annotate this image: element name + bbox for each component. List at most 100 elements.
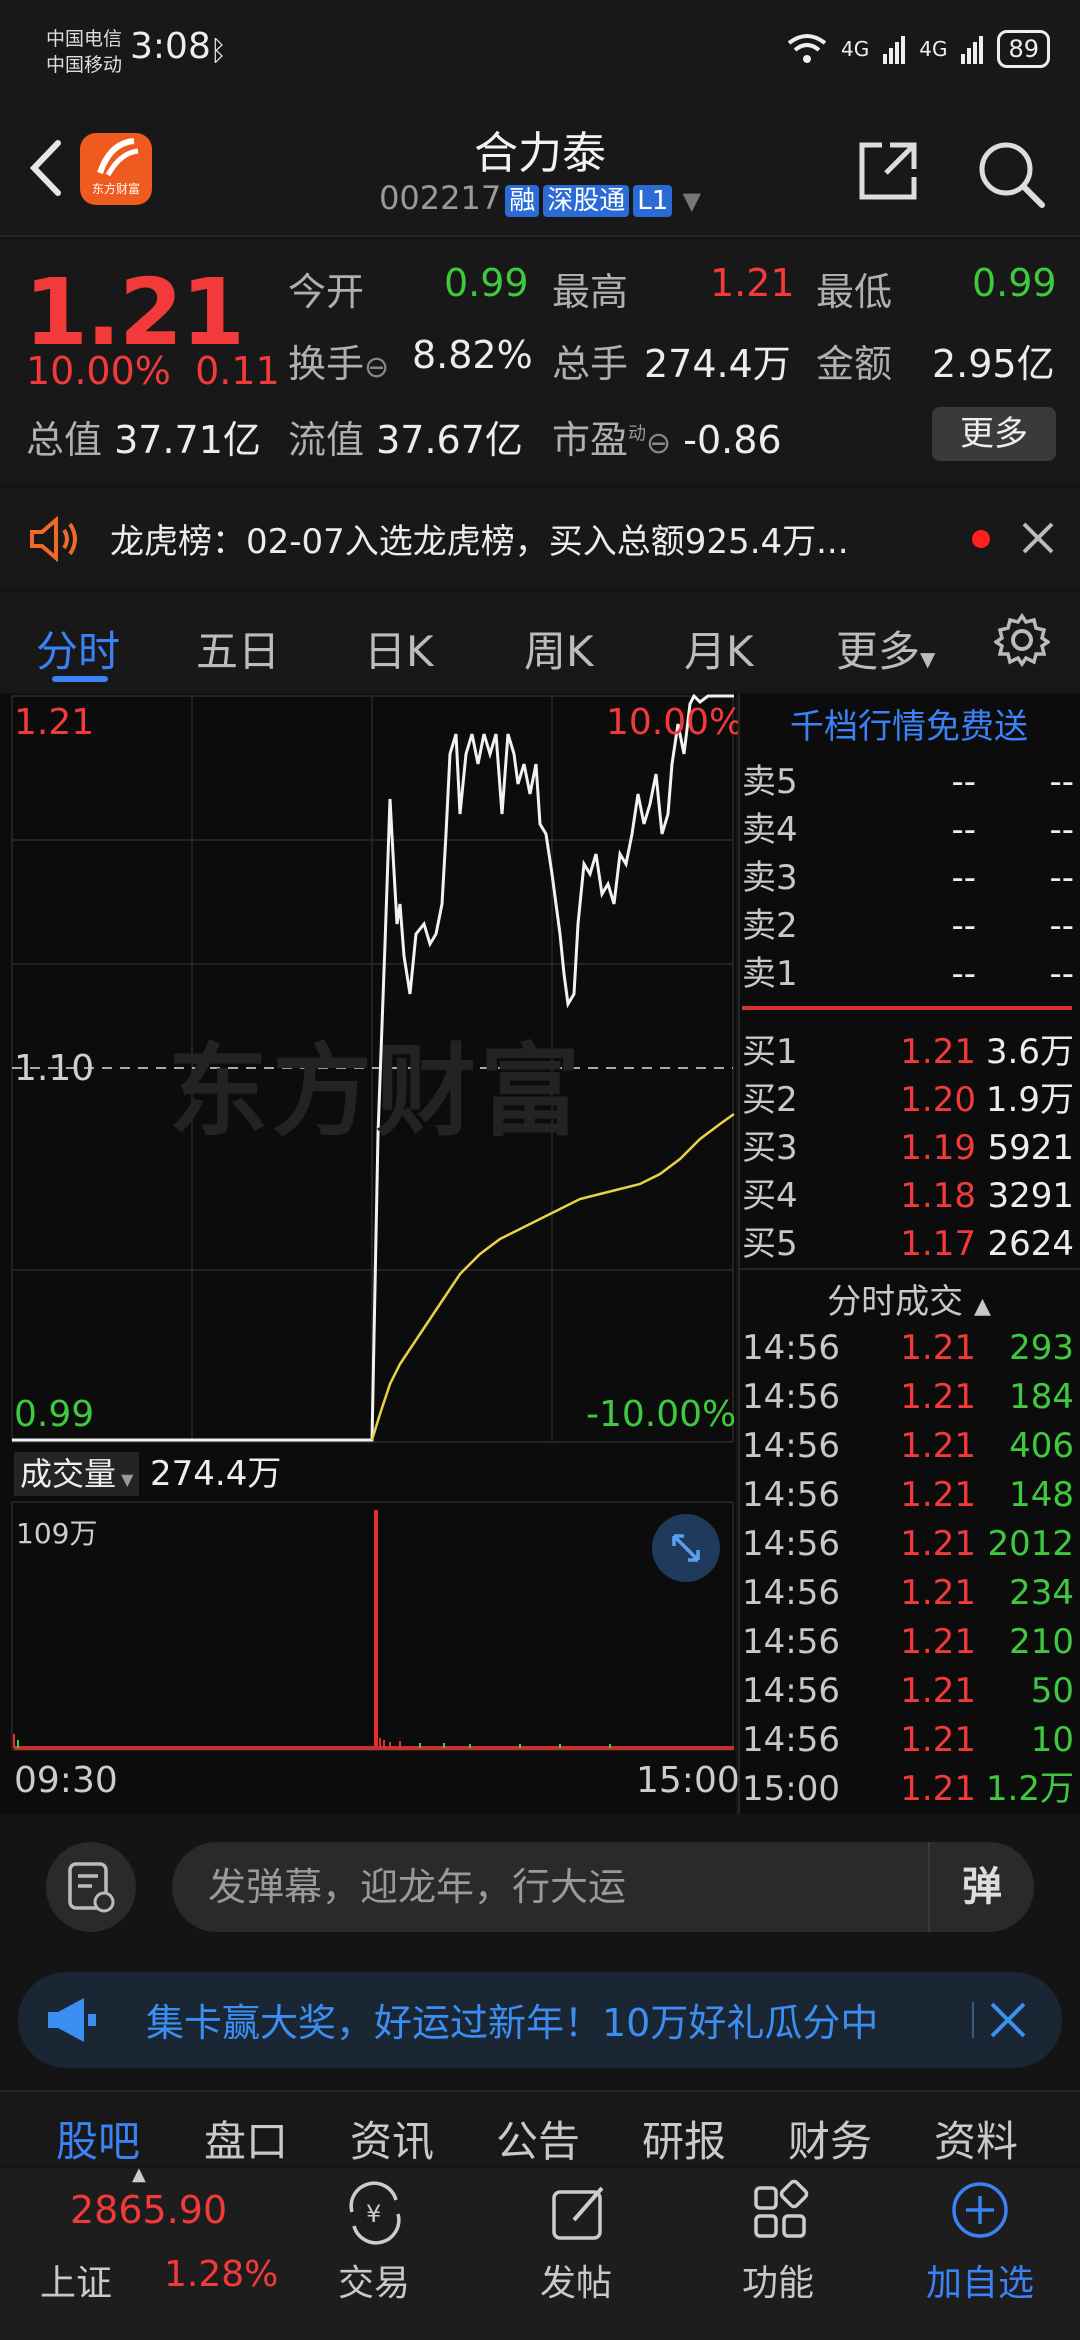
signal-icon-2 — [961, 36, 984, 64]
volume-value: 274.4万 — [644, 342, 791, 386]
amount-value: 2.95亿 — [932, 342, 1055, 386]
book-divider — [738, 1268, 1080, 1270]
danmu-toggle-button[interactable]: 弹 — [928, 1842, 1034, 1932]
mktcap-label: 总值 — [26, 418, 103, 462]
expand-button[interactable] — [652, 1514, 720, 1582]
tick-row: 14:56 1.21 50 — [742, 1667, 1076, 1715]
function-grid-icon[interactable] — [746, 2178, 816, 2248]
ask-label: 卖3 — [742, 858, 798, 898]
info-icon[interactable]: ⊖ — [646, 426, 671, 461]
bid-price: 1.18 — [900, 1176, 976, 1216]
signal-icon — [883, 36, 906, 64]
open-value: 0.99 — [444, 261, 529, 305]
tick-volume: 50 — [1030, 1671, 1074, 1711]
tick-price: 1.21 — [900, 1475, 976, 1515]
gear-icon[interactable] — [994, 612, 1050, 668]
ask-vol: -- — [1049, 906, 1074, 946]
time-start-label: 09:30 — [14, 1760, 118, 1801]
search-icon[interactable] — [976, 139, 1046, 209]
ask-row: 卖5 -- -- — [742, 758, 1076, 806]
tab-weekly-k[interactable]: 周K — [524, 618, 594, 679]
tick-time: 14:56 — [742, 1328, 840, 1368]
bid-row: 买1 1.21 3.6万 — [742, 1028, 1076, 1076]
tab-five-day[interactable]: 五日 — [196, 618, 280, 679]
tab-monthly-k[interactable]: 月K — [684, 618, 754, 679]
low-field: 最低 — [816, 261, 892, 316]
nav-post[interactable]: 发帖 — [540, 2254, 612, 2306]
tab-daily-k[interactable]: 日K — [364, 618, 434, 679]
tick-time: 14:56 — [742, 1524, 840, 1564]
close-icon[interactable] — [1018, 518, 1058, 558]
trade-icon[interactable]: ¥ — [340, 2178, 410, 2248]
tab-forum[interactable]: 股吧 — [56, 2108, 140, 2169]
tick-volume: 148 — [1009, 1475, 1074, 1515]
tick-price: 1.21 — [900, 1573, 976, 1613]
bid-price: 1.19 — [900, 1128, 976, 1168]
bid-vol: 2624 — [987, 1224, 1074, 1264]
tab-underline — [52, 676, 108, 682]
index-value[interactable]: 2865.90 — [70, 2188, 227, 2232]
tab-news[interactable]: 资讯 — [350, 2108, 434, 2169]
tab-intraday[interactable]: 分时 — [36, 618, 120, 679]
ask-row: 卖1 -- -- — [742, 950, 1076, 998]
battery-icon: 89 — [997, 30, 1050, 68]
ticks-header[interactable]: 分时成交 ▲ — [738, 1274, 1080, 1323]
ask-price: -- — [951, 906, 976, 946]
add-watch-icon[interactable] — [948, 2178, 1012, 2242]
tick-volume: 2012 — [987, 1524, 1074, 1564]
order-book-promo[interactable]: 千档行情免费送 — [738, 696, 1080, 758]
tab-research[interactable]: 研报 — [642, 2108, 726, 2169]
bid-label: 买4 — [742, 1176, 798, 1216]
tick-price: 1.21 — [900, 1524, 976, 1564]
pe-field[interactable]: 市盈动⊖ -0.86 — [552, 409, 782, 464]
mktcap-field: 总值 37.71亿 — [26, 409, 261, 464]
tick-row: 14:56 1.21 234 — [742, 1569, 1076, 1617]
turnover-field[interactable]: 换手⊖ — [288, 333, 389, 388]
ask-price: -- — [951, 762, 976, 802]
bid-price: 1.17 — [900, 1224, 976, 1264]
tab-announcements[interactable]: 公告 — [496, 2108, 580, 2169]
intraday-chart[interactable]: 东方财富 1.21 10.00% 1.10 0.99 -10.00% 109万 … — [0, 694, 743, 1814]
mktcap-value: 37.71亿 — [114, 418, 261, 462]
index-name[interactable]: 上证 — [40, 2254, 112, 2306]
ask-vol: -- — [1049, 810, 1074, 850]
nav-function[interactable]: 功能 — [742, 2254, 814, 2306]
share-icon[interactable] — [856, 139, 920, 203]
tick-price: 1.21 — [900, 1671, 976, 1711]
speaker-icon — [30, 516, 77, 562]
ticks-header-label: 分时成交 — [827, 1282, 964, 1322]
more-button[interactable]: 更多 — [932, 407, 1056, 461]
open-label: 今开 — [288, 270, 365, 314]
tab-more[interactable]: 更多▼ — [836, 618, 935, 679]
network-4g-1: 4G — [840, 37, 870, 61]
ask-price: -- — [951, 954, 976, 994]
notice-bar[interactable]: 龙虎榜：02-07入选龙虎榜，买入总额925.4万... — [0, 488, 1080, 588]
edit-post-icon[interactable] — [544, 2178, 614, 2248]
tab-more-label: 更多 — [836, 627, 921, 676]
tick-time: 14:56 — [742, 1671, 840, 1711]
close-icon[interactable] — [980, 1992, 1036, 2048]
tick-row: 14:56 1.21 10 — [742, 1716, 1076, 1764]
bluetooth-icon: ᛒ — [210, 34, 227, 67]
turnover-label: 换手 — [288, 342, 365, 386]
chart-canvas — [11, 694, 735, 1751]
price-change: 10.00% 0.11 — [26, 349, 280, 393]
volume-field: 总手 — [552, 333, 628, 388]
status-bar: 中国电信 中国移动 3:08 ᛒ 4G 4G 89 — [0, 0, 1080, 105]
memo-icon — [68, 1862, 115, 1913]
memo-button[interactable] — [46, 1842, 136, 1932]
info-icon[interactable]: ⊖ — [364, 350, 389, 385]
bid-vol: 3291 — [987, 1176, 1074, 1216]
tab-finance[interactable]: 财务 — [788, 2108, 872, 2169]
nav-trade[interactable]: 交易 — [338, 2254, 410, 2306]
megaphone-icon — [48, 1998, 96, 2042]
volume-indicator-select[interactable]: 成交量 ▼ — [14, 1452, 140, 1496]
danmu-input[interactable]: 发弹幕，迎龙年，行大运 — [172, 1842, 1034, 1932]
tick-price: 1.21 — [900, 1328, 976, 1368]
nav-add-watch[interactable]: 加自选 — [922, 2254, 1038, 2306]
tick-volume: 184 — [1009, 1377, 1074, 1417]
bid-price: 1.20 — [900, 1080, 976, 1120]
tab-profile[interactable]: 资料 — [934, 2108, 1018, 2169]
bid-row: 买2 1.20 1.9万 — [742, 1076, 1076, 1124]
tab-market[interactable]: 盘口 — [204, 2108, 288, 2169]
